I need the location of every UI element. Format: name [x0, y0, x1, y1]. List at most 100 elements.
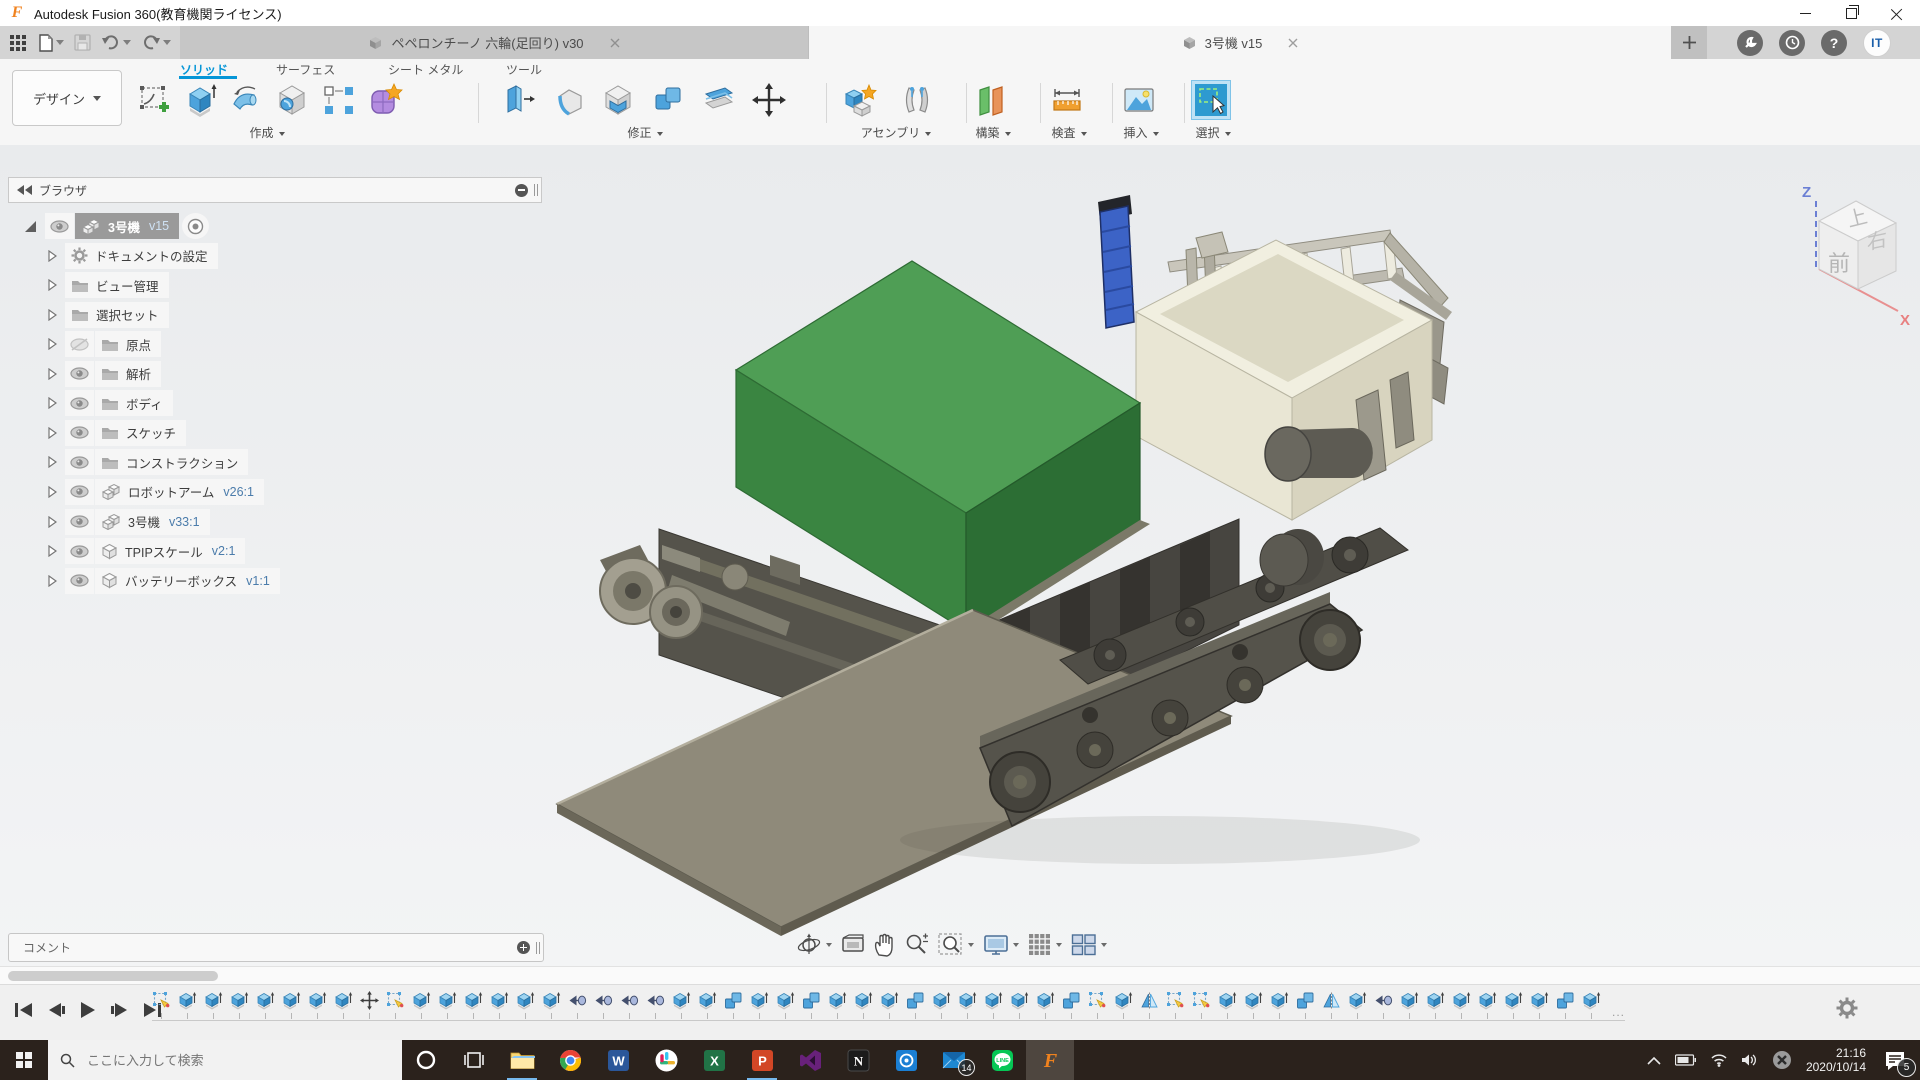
ribbon-tab-tools[interactable]: ツール — [506, 61, 542, 78]
visibility-eye-icon[interactable] — [65, 479, 94, 505]
timeline-feature-extrude[interactable] — [672, 991, 691, 1019]
add-comment-icon[interactable] — [517, 941, 530, 954]
modify-group-label[interactable]: 修正 — [500, 124, 790, 141]
timeline-feature-extrude[interactable] — [984, 991, 1003, 1019]
tree-row[interactable]: 選択セット — [48, 302, 169, 328]
combine-button[interactable] — [650, 81, 688, 119]
timeline-feature-extrude[interactable] — [1114, 991, 1133, 1019]
measure-button[interactable] — [1048, 81, 1086, 119]
timeline-feature-combine[interactable] — [906, 991, 925, 1019]
task-view-app-icon[interactable] — [450, 1040, 498, 1080]
timeline-feature-extrude[interactable] — [542, 991, 561, 1019]
timeline-feature-extrude[interactable] — [516, 991, 535, 1019]
taskbar-search[interactable] — [48, 1040, 402, 1080]
expand-arrow-icon[interactable] — [48, 397, 57, 409]
mail-app-icon[interactable]: 14 — [930, 1040, 978, 1080]
zoom-window-button[interactable] — [938, 933, 974, 957]
timeline-feature-extrude[interactable] — [334, 991, 353, 1019]
tree-item[interactable]: ドキュメントの設定 — [65, 243, 218, 269]
construct-plane-button[interactable] — [972, 81, 1010, 119]
workspace-selector[interactable]: デザイン — [12, 70, 122, 126]
timeline-feature-combine[interactable] — [802, 991, 821, 1019]
close-tab-icon[interactable] — [1288, 38, 1298, 48]
tree-row[interactable]: ロボットアームv26:1 — [48, 479, 264, 505]
timeline-feature-revolve[interactable] — [646, 991, 665, 1019]
maximize-button[interactable] — [1828, 0, 1874, 26]
fillet-button[interactable] — [550, 81, 588, 119]
step-back-button[interactable] — [44, 999, 68, 1021]
visibility-eye-icon[interactable] — [65, 568, 94, 594]
zoom-button[interactable] — [905, 933, 929, 957]
line-app-icon[interactable]: LINE — [978, 1040, 1026, 1080]
app-grid-button[interactable] — [6, 30, 30, 56]
timeline-feature-extrude[interactable] — [1504, 991, 1523, 1019]
tree-item[interactable]: コンストラクション — [95, 449, 248, 475]
expand-arrow-icon[interactable] — [48, 368, 57, 380]
create-form-button[interactable] — [366, 81, 404, 119]
word-app-icon[interactable]: W — [594, 1040, 642, 1080]
visibility-eye-icon[interactable] — [65, 390, 94, 416]
panel-grip[interactable] — [536, 942, 537, 954]
timeline-feature-sketch[interactable] — [386, 991, 405, 1019]
tree-item[interactable]: ロボットアームv26:1 — [95, 479, 264, 505]
timeline-feature-move[interactable] — [360, 991, 379, 1019]
create-sketch-button[interactable] — [136, 81, 174, 119]
visibility-off-icon[interactable] — [65, 331, 94, 357]
tree-item[interactable]: 原点 — [95, 331, 161, 357]
new-component-button[interactable] — [842, 81, 880, 119]
taskbar-clock[interactable]: 21:16 2020/10/14 — [1806, 1046, 1866, 1074]
tree-row[interactable]: ビュー管理 — [48, 272, 169, 298]
view-cube[interactable]: Z X 上 前 右 — [1786, 175, 1920, 340]
timeline-feature-extrude[interactable] — [464, 991, 483, 1019]
start-button[interactable] — [0, 1040, 48, 1080]
grid-display-button[interactable] — [1028, 933, 1062, 957]
split-body-button[interactable] — [700, 81, 738, 119]
timeline-feature-extrude[interactable] — [1426, 991, 1445, 1019]
visibility-eye-icon[interactable] — [65, 361, 94, 387]
timeline-feature-extrude[interactable] — [204, 991, 223, 1019]
timeline-feature-extrude[interactable] — [1010, 991, 1029, 1019]
tree-item[interactable]: 3号機v33:1 — [95, 509, 210, 535]
timeline-feature-combine[interactable] — [1296, 991, 1315, 1019]
timeline-feature-revolve[interactable] — [620, 991, 639, 1019]
timeline-feature-sketch[interactable] — [1088, 991, 1107, 1019]
tree-root-row[interactable]: 3号機v15 — [24, 213, 210, 239]
timeline-feature-extrude[interactable] — [1478, 991, 1497, 1019]
joint-button[interactable] — [898, 81, 936, 119]
search-input[interactable] — [85, 1052, 349, 1069]
new-tab-button[interactable] — [1671, 26, 1707, 59]
timeline-feature-combine[interactable] — [724, 991, 743, 1019]
sweep-button[interactable] — [228, 81, 266, 119]
tree-item[interactable]: ボディ — [95, 390, 173, 416]
display-settings-button[interactable] — [983, 933, 1019, 957]
timeline-feature-extrude[interactable] — [308, 991, 327, 1019]
expand-arrow-icon[interactable] — [48, 545, 57, 557]
timeline-feature-extrude[interactable] — [1452, 991, 1471, 1019]
expand-arrow-icon[interactable] — [48, 516, 57, 528]
document-tab-inactive[interactable]: ペペロンチーノ 六輪(足回り) v30 — [180, 26, 809, 59]
select-group-label[interactable]: 選択 — [1178, 124, 1248, 141]
fusion360-app-icon[interactable]: F — [1026, 1040, 1074, 1080]
play-button[interactable] — [76, 999, 100, 1021]
timeline-feature-sketch[interactable] — [1192, 991, 1211, 1019]
tree-row[interactable]: コンストラクション — [48, 449, 248, 475]
job-status-button[interactable] — [1779, 30, 1805, 56]
expand-arrow-icon[interactable] — [48, 309, 57, 321]
timeline-feature-revolve[interactable] — [568, 991, 587, 1019]
visibility-eye-icon[interactable] — [65, 509, 94, 535]
visibility-eye-icon[interactable] — [65, 538, 94, 564]
document-tab-active[interactable]: 3号機 v15 — [809, 26, 1671, 59]
blue-circle-app-icon[interactable] — [882, 1040, 930, 1080]
inspect-group-label[interactable]: 検査 — [1034, 124, 1104, 141]
expand-arrow-icon[interactable] — [48, 575, 57, 587]
extensions-button[interactable] — [1737, 30, 1763, 56]
tree-row[interactable]: 3号機v33:1 — [48, 509, 210, 535]
tree-item[interactable]: 3号機v15 — [75, 213, 179, 239]
timeline-feature-extrude[interactable] — [1400, 991, 1419, 1019]
tree-item[interactable]: スケッチ — [95, 420, 186, 446]
close-tab-icon[interactable] — [610, 38, 620, 48]
tray-app-icon[interactable] — [1772, 1050, 1792, 1070]
timeline-feature-sketch[interactable] — [152, 991, 171, 1019]
timeline-feature-revolve[interactable] — [1374, 991, 1393, 1019]
help-button[interactable]: ? — [1821, 30, 1847, 56]
